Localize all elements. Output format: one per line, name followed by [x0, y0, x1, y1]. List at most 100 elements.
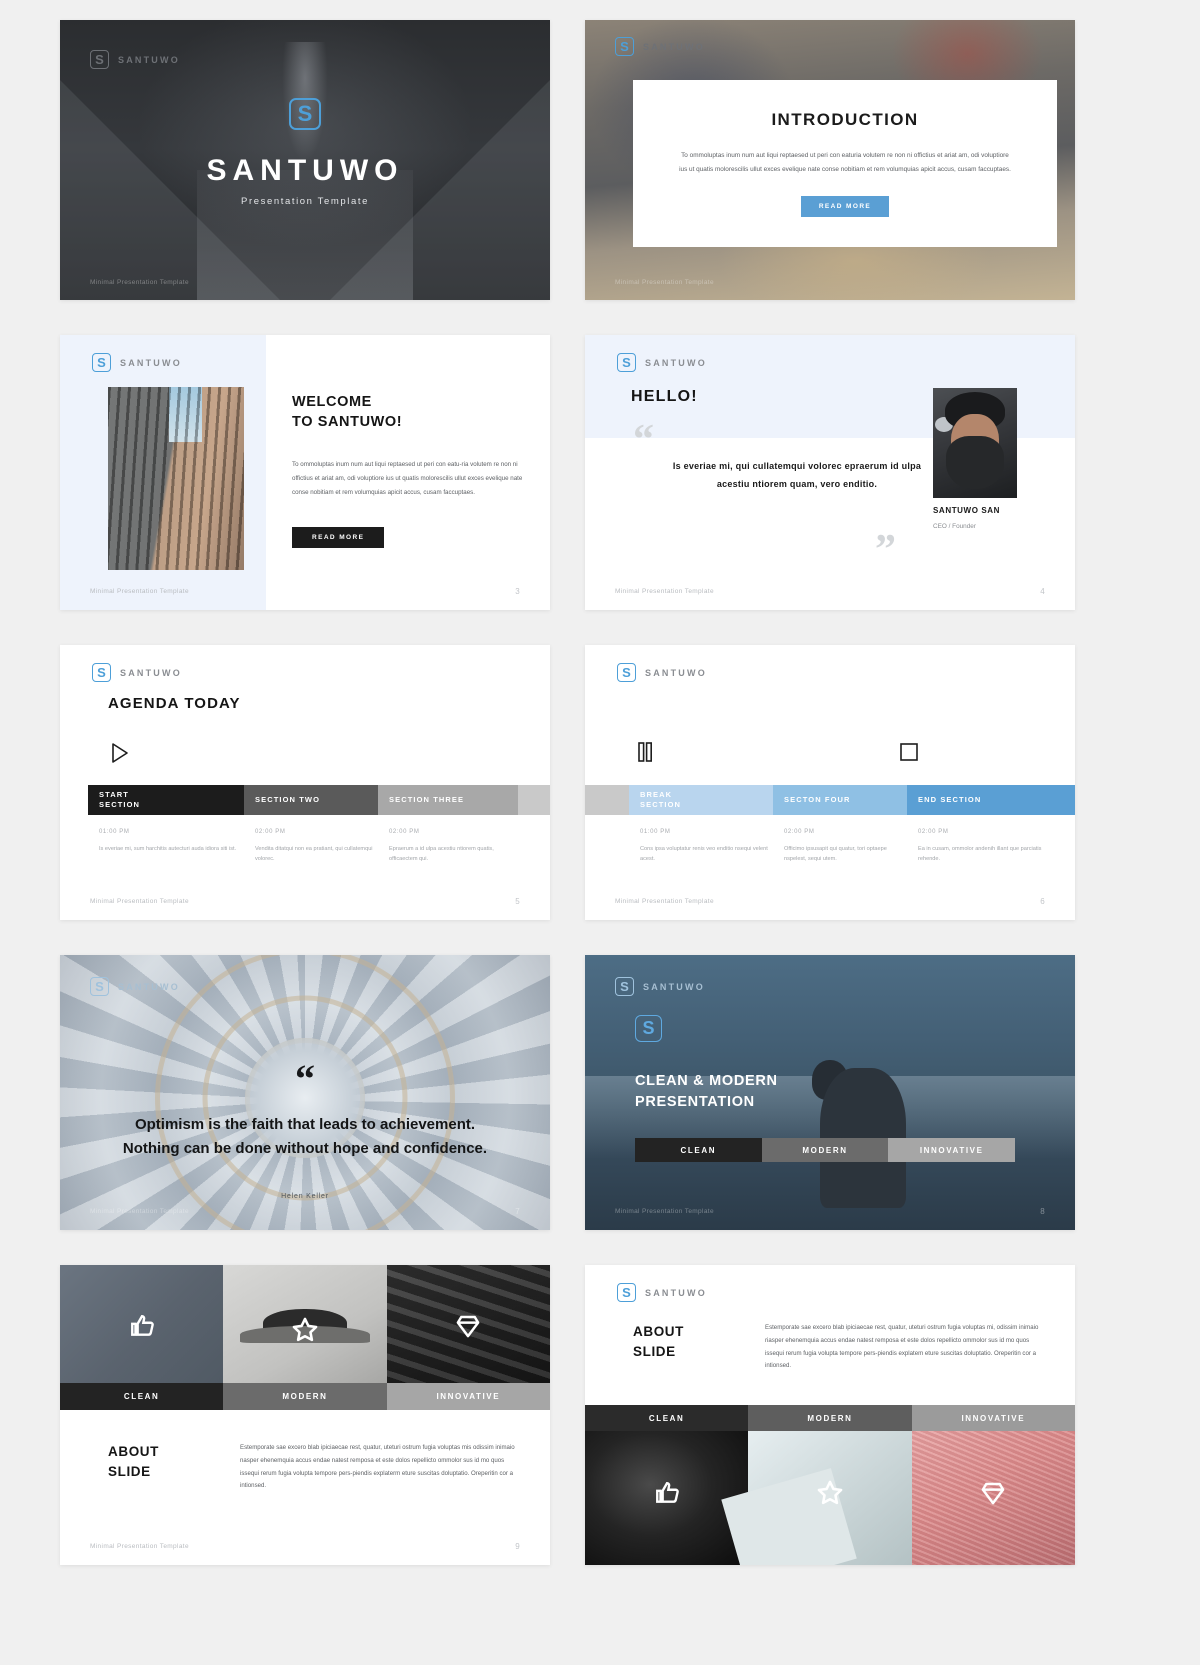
- clean-modern-title-line2: PRESENTATION: [635, 1094, 755, 1110]
- tile-photo-innovative: [911, 1431, 1075, 1565]
- feature-tile-clean[interactable]: CLEAN: [585, 1405, 749, 1431]
- slide-clean-modern[interactable]: SANTUWO S CLEAN & MODERN PRESENTATION CL…: [585, 955, 1075, 1230]
- feature-tile-innovative[interactable]: INNOVATIVE: [888, 1138, 1016, 1162]
- feature-tile-bar: CLEAN MODERN INNOVATIVE: [585, 1405, 1075, 1431]
- quote-text: Optimism is the faith that leads to achi…: [122, 1116, 488, 1158]
- footer-label: Minimal Presentation Template: [90, 279, 189, 286]
- hello-avatar-photo: [933, 388, 1017, 498]
- star-icon: [292, 1317, 318, 1342]
- thumbs-up-icon: [130, 1314, 154, 1336]
- page-number: 9: [515, 1542, 520, 1551]
- slide-logo: SANTUWO: [615, 977, 705, 996]
- agenda-header-cell-empty: [585, 785, 629, 815]
- page-number: 7: [515, 1207, 520, 1216]
- agenda-desc: Epraerum a id ulpa acestiu ntiorem quati…: [389, 846, 494, 863]
- agenda-time: 02:00 PM: [918, 829, 949, 835]
- agenda-time: 01:00 PM: [99, 829, 130, 835]
- agenda-header-cell[interactable]: SECTON FOUR: [773, 785, 907, 815]
- footer-label: Minimal Presentation Template: [90, 898, 189, 905]
- santuwo-s-logo-icon: [92, 663, 111, 682]
- agenda-header-cell[interactable]: BREAK SECTION: [629, 785, 773, 815]
- slide-agenda-today[interactable]: SANTUWO AGENDA TODAY START SECTION SECTI…: [60, 645, 550, 920]
- slide-agenda-break[interactable]: SANTUWO BREAK SECTION SECTON FOUR END SE…: [585, 645, 1075, 920]
- santuwo-s-logo-icon: [615, 977, 634, 996]
- about-photos-strip: [585, 1431, 1075, 1565]
- slide-gallery: SANTUWO S SANTUWO Presentation Template …: [0, 0, 1200, 1665]
- footer-label: Minimal Presentation Template: [90, 1208, 189, 1215]
- logo-wordmark: SANTUWO: [645, 667, 707, 678]
- agenda-cell: 02:00 PM Epraerum a id ulpa acestiu ntio…: [378, 829, 518, 865]
- agenda-cell: 01:00 PM Is everiae mi, sum harchitis au…: [88, 829, 244, 865]
- slide-introduction[interactable]: SANTUWO INTRODUCTION To ommoluptas inum …: [585, 20, 1075, 300]
- slide-welcome[interactable]: SANTUWO WELCOME TO SANTUWO! To ommolupta…: [60, 335, 550, 610]
- footer-label: Minimal Presentation Template: [615, 279, 714, 286]
- agenda-body-row: 01:00 PM Is everiae mi, sum harchitis au…: [88, 829, 550, 865]
- agenda-cell: 02:00 PM Vendita ditatqui non ea pratian…: [244, 829, 378, 865]
- logo-wordmark: SANTUWO: [120, 667, 182, 678]
- slide-footer: Minimal Presentation Template 7: [90, 1207, 520, 1216]
- hello-quote: Is everiae mi, qui cullatemqui volorec e…: [672, 461, 922, 489]
- agenda-header-cell[interactable]: SECTION THREE: [378, 785, 518, 815]
- footer-label: Minimal Presentation Template: [90, 588, 189, 595]
- read-more-button[interactable]: READ MORE: [292, 526, 385, 548]
- agenda-header-cell[interactable]: SECTION TWO: [244, 785, 378, 815]
- agenda-header-cell[interactable]: END SECTION: [907, 785, 1075, 815]
- logo-wordmark: SANTUWO: [643, 981, 705, 992]
- feature-tile-modern[interactable]: MODERN: [761, 1138, 889, 1162]
- about-title-line2: SLIDE: [633, 1343, 676, 1359]
- play-icon[interactable]: [110, 742, 130, 769]
- slide-logo: SANTUWO: [92, 663, 182, 682]
- page-number: 8: [1040, 1207, 1045, 1216]
- feature-tile-modern[interactable]: MODERN: [223, 1383, 387, 1410]
- feature-tile-innovative[interactable]: INNOVATIVE: [911, 1405, 1075, 1431]
- slide-logo: SANTUWO: [92, 353, 182, 372]
- slide-cover[interactable]: SANTUWO S SANTUWO Presentation Template …: [60, 20, 550, 300]
- slide-footer: Minimal Presentation Template 5: [90, 897, 520, 906]
- welcome-body: To ommoluptas inum num aut liqui reptaes…: [292, 461, 523, 496]
- agenda-header-cell[interactable]: START SECTION: [88, 785, 244, 815]
- introduction-card: INTRODUCTION To ommoluptas inum num aut …: [633, 80, 1057, 247]
- agenda-title: AGENDA TODAY: [108, 695, 241, 712]
- logo-wordmark: SANTUWO: [120, 357, 182, 368]
- thumbs-up-icon: [655, 1481, 679, 1503]
- quote-open-mark: “: [633, 417, 654, 463]
- agenda-desc: Officimo ipsusapit qui quatur, tori opta…: [784, 846, 887, 863]
- logo-wordmark: SANTUWO: [643, 41, 705, 52]
- agenda-body-row: 01:00 PM Cons ipsa voluptatur renis veo …: [629, 829, 1075, 865]
- slide-about-icons[interactable]: CLEAN MODERN INNOVATIVE ABOUT SLIDE Este…: [60, 1265, 550, 1565]
- agenda-cell: 02:00 PM Ea in cusam, ommolor andenih il…: [907, 829, 1047, 865]
- star-icon: [817, 1480, 843, 1504]
- welcome-photo: [108, 387, 244, 570]
- page-number: 6: [1040, 897, 1045, 906]
- agenda-time: 02:00 PM: [784, 829, 815, 835]
- slide-logo: SANTUWO: [90, 50, 180, 69]
- slide-logo: SANTUWO: [615, 37, 705, 56]
- cover-subtitle: Presentation Template: [241, 196, 369, 207]
- feature-tile-clean[interactable]: CLEAN: [635, 1138, 762, 1162]
- person-role: CEO / Founder: [933, 523, 976, 530]
- slide-hello[interactable]: SANTUWO HELLO! “ Is everiae mi, qui cull…: [585, 335, 1075, 610]
- feature-tile-modern[interactable]: MODERN: [748, 1405, 912, 1431]
- welcome-title-line2: TO SANTUWO!: [292, 414, 403, 430]
- about-title-line1: ABOUT: [108, 1444, 159, 1459]
- slide-footer: Minimal Presentation Template 6: [615, 897, 1045, 906]
- feature-tile-clean[interactable]: CLEAN: [60, 1383, 224, 1410]
- feature-tile-bar: CLEAN MODERN INNOVATIVE: [635, 1138, 1016, 1162]
- footer-label: Minimal Presentation Template: [90, 1543, 189, 1550]
- footer-label: Minimal Presentation Template: [615, 1208, 714, 1215]
- read-more-button[interactable]: READ MORE: [800, 196, 890, 218]
- page-number: 4: [1040, 587, 1045, 596]
- slide-about-photos[interactable]: SANTUWO ABOUT SLIDE Estemporate sae exce…: [585, 1265, 1075, 1565]
- slide-quote[interactable]: SANTUWO “ Optimism is the faith that lea…: [60, 955, 550, 1230]
- agenda-time: 02:00 PM: [255, 829, 286, 835]
- stop-icon[interactable]: [898, 741, 918, 768]
- feature-tile-innovative[interactable]: INNOVATIVE: [386, 1383, 550, 1410]
- clean-modern-logo-badge: S: [635, 1015, 662, 1047]
- slide-footer: Minimal Presentation Template: [90, 279, 520, 286]
- agenda-header-row: START SECTION SECTION TWO SECTION THREE: [88, 785, 550, 815]
- about-body: Estemporate sae excero blab ipiciaecae r…: [765, 1324, 1039, 1370]
- santuwo-s-logo-icon: [92, 353, 111, 372]
- pause-icon[interactable]: [635, 741, 655, 768]
- agenda-desc: Ea in cusam, ommolor andenih illant que …: [918, 846, 1042, 863]
- slide-logo: SANTUWO: [617, 1283, 707, 1302]
